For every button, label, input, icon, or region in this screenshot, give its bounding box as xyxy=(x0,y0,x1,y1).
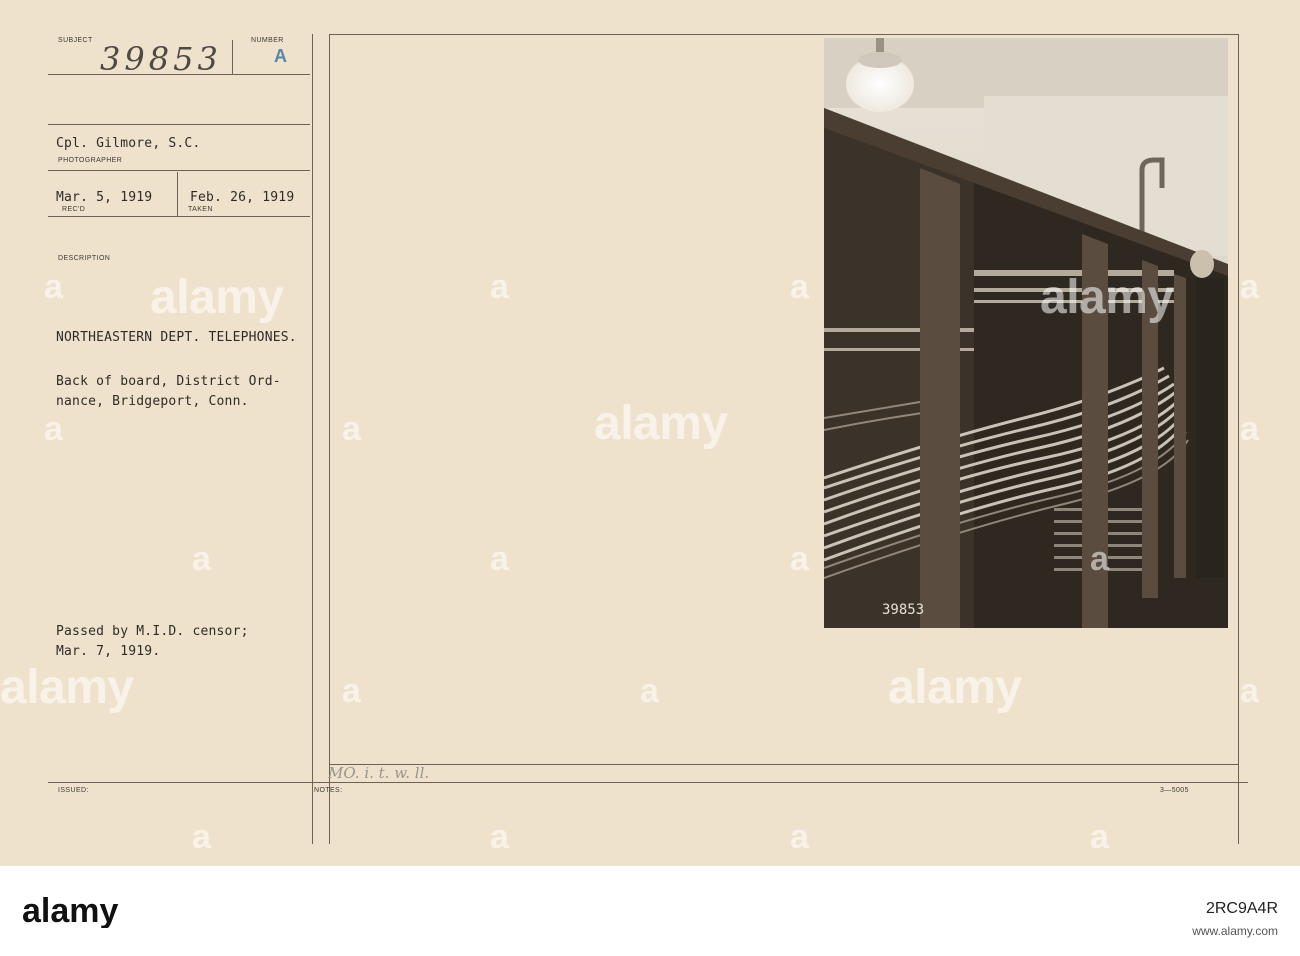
watermark-dot: a xyxy=(790,540,809,578)
watermark-dot: a xyxy=(1240,268,1259,306)
taken-label: TAKEN xyxy=(188,206,213,213)
watermark-dot: a xyxy=(342,672,361,710)
watermark-dot: a xyxy=(342,410,361,448)
watermark-dot: a xyxy=(640,672,659,710)
divider xyxy=(329,34,330,844)
divider xyxy=(48,124,310,125)
censor-date: Mar. 7, 1919. xyxy=(56,644,161,659)
footer: alamy 2RC9A4R www.alamy.com xyxy=(0,866,1300,956)
divider xyxy=(329,34,1239,35)
divider xyxy=(48,782,1248,783)
negative-number: 39853 xyxy=(882,602,924,618)
watermark-dot: a xyxy=(192,540,211,578)
photographer-label: PHOTOGRAPHER xyxy=(58,157,123,164)
description-title: NORTHEASTERN DEPT. TELEPHONES. xyxy=(56,330,297,345)
date-taken: Feb. 26, 1919 xyxy=(190,190,295,205)
watermark-dot: a xyxy=(1090,818,1109,856)
watermark-dot: a xyxy=(44,268,63,306)
watermark-dot: a xyxy=(44,410,63,448)
watermark-dot: a xyxy=(1240,410,1259,448)
watermark-dot: a xyxy=(1090,540,1109,578)
divider xyxy=(329,764,1239,765)
watermark: alamy xyxy=(0,661,134,714)
description-line: nance, Bridgeport, Conn. xyxy=(56,394,249,409)
watermark: alamy xyxy=(1040,271,1174,324)
divider xyxy=(48,216,310,217)
svg-text:alamy: alamy xyxy=(22,894,118,928)
notes-handwriting: MO. i. t. w. ll. xyxy=(328,764,430,782)
description-line: Back of board, District Ord- xyxy=(56,374,281,389)
censor-line: Passed by M.I.D. censor; xyxy=(56,624,249,639)
watermark-dot: a xyxy=(192,818,211,856)
subject-label: SUBJECT xyxy=(58,37,93,44)
photograph: 39853 xyxy=(824,38,1228,628)
site-url[interactable]: www.alamy.com xyxy=(1192,924,1278,938)
notes-label: NOTES: xyxy=(314,787,343,794)
date-received: Mar. 5, 1919 xyxy=(56,190,153,205)
watermark-dot: a xyxy=(790,818,809,856)
divider xyxy=(177,172,178,216)
switchboard-photo: 39853 xyxy=(824,38,1228,628)
subject-number: 39853 xyxy=(100,40,222,78)
watermark: alamy xyxy=(594,397,728,450)
watermark-dot: a xyxy=(490,268,509,306)
watermark-dot: a xyxy=(1240,672,1259,710)
image-id: 2RC9A4R xyxy=(1205,900,1278,917)
watermark-dot: a xyxy=(490,540,509,578)
archive-card: SUBJECT NUMBER PHOTOGRAPHER REC'D TAKEN … xyxy=(0,0,1300,866)
photographer-name: Cpl. Gilmore, S.C. xyxy=(56,136,201,151)
form-code: 3—5005 xyxy=(1160,787,1189,794)
watermark: alamy xyxy=(888,661,1022,714)
divider xyxy=(232,40,233,74)
alamy-logo[interactable]: alamy xyxy=(22,894,162,928)
number-stamp: A xyxy=(274,46,287,66)
description-label: DESCRIPTION xyxy=(58,255,111,262)
watermark: alamy xyxy=(150,271,284,324)
received-label: REC'D xyxy=(62,206,86,213)
issued-label: ISSUED: xyxy=(58,787,89,794)
divider xyxy=(312,34,313,844)
watermark-dot: a xyxy=(490,818,509,856)
divider xyxy=(48,170,310,171)
number-label: NUMBER xyxy=(251,37,284,44)
divider xyxy=(1238,34,1239,844)
watermark-dot: a xyxy=(790,268,809,306)
